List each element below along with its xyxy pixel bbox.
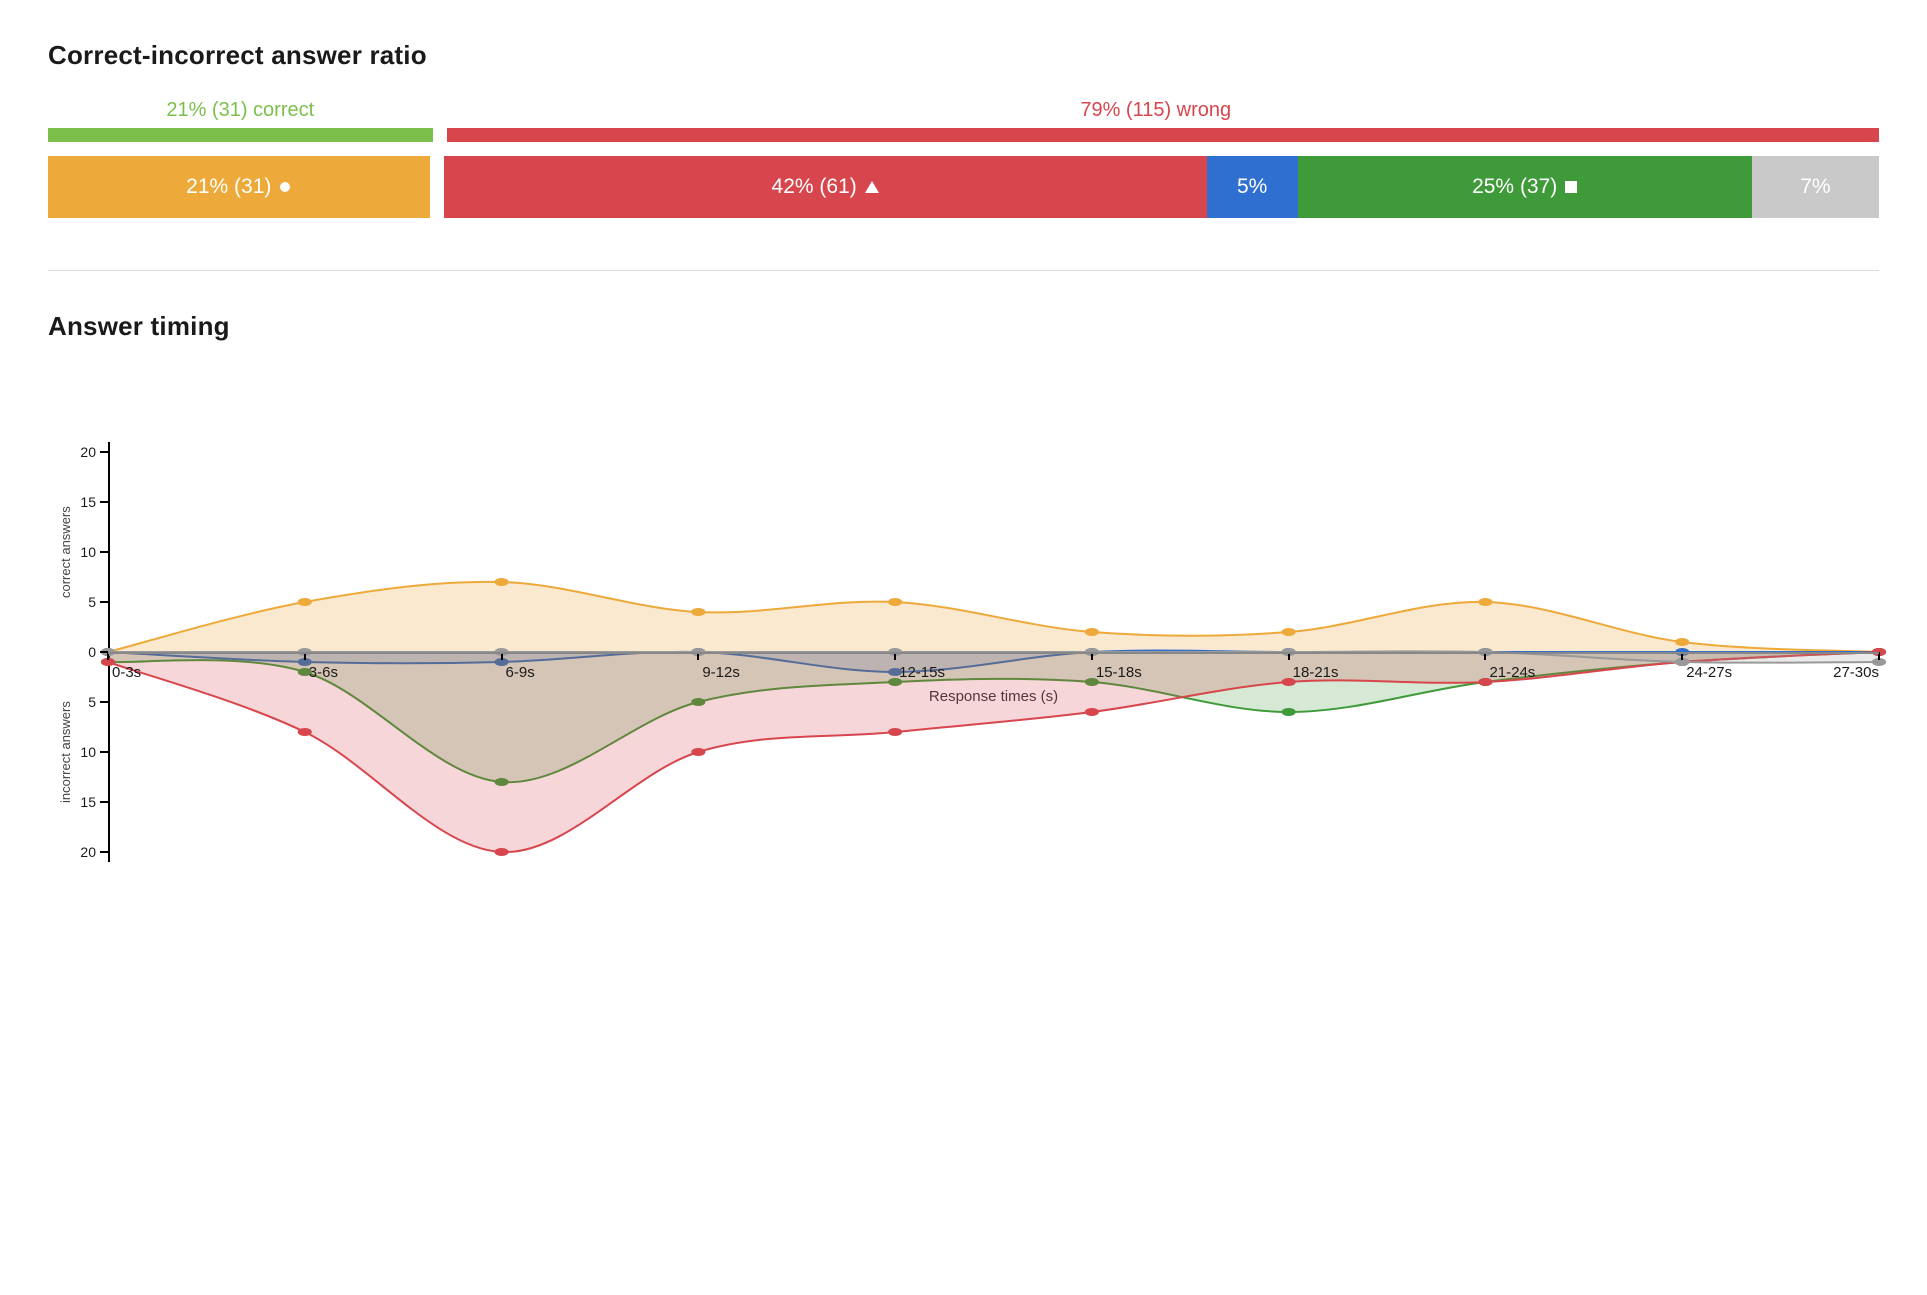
ratio-thin-bar [48, 128, 1879, 142]
x-tick-label: 12-15s [899, 664, 945, 681]
ratio-seg-orange-label: 21% (31) [186, 175, 271, 199]
series-point-green [1282, 708, 1296, 716]
x-tick-label: 18-21s [1293, 664, 1339, 681]
ratio-seg-red-label: 42% (61) [772, 175, 857, 199]
ratio-title: Correct-incorrect answer ratio [48, 40, 1879, 71]
x-tick-label: 9-12s [702, 664, 740, 681]
series-point-red [298, 728, 312, 736]
ratio-thin-correct [48, 128, 433, 142]
y-tick-label: 15 [80, 794, 96, 810]
ratio-thin-wrong [447, 128, 1880, 142]
circle-icon [279, 175, 291, 199]
y-tick-mark [100, 851, 108, 853]
y-tick-mark [100, 551, 108, 553]
series-point-red [1085, 708, 1099, 716]
y-tick-mark [100, 501, 108, 503]
zero-line [108, 652, 1879, 654]
square-icon [1565, 175, 1577, 199]
ratio-wrong-label: 79% (115) wrong [433, 99, 1879, 122]
x-tick-label: 21-24s [1489, 664, 1535, 681]
y-tick-mark [100, 801, 108, 803]
ratio-seg-red: 42% (61) [444, 156, 1207, 218]
series-point-orange [1675, 638, 1689, 646]
ratio-seg-blue: 5% [1207, 156, 1298, 218]
section-divider [48, 270, 1879, 271]
ratio-label-row: 21% (31) correct 79% (115) wrong [48, 99, 1879, 122]
series-point-orange [888, 598, 902, 606]
timing-chart: correct answers incorrect answers Respon… [48, 452, 1879, 852]
y-label-bottom: incorrect answers [58, 682, 73, 822]
x-tick-label: 15-18s [1096, 664, 1142, 681]
ratio-seg-orange: 21% (31) [48, 156, 430, 218]
series-point-red [691, 748, 705, 756]
series-point-red [494, 848, 508, 856]
y-label-top: correct answers [58, 482, 73, 622]
ratio-correct-label: 21% (31) correct [48, 99, 433, 122]
series-point-orange [691, 608, 705, 616]
y-tick-label: 10 [80, 544, 96, 560]
ratio-thick-bar: 21% (31) 42% (61) 5% 25% (37) 7% [48, 156, 1879, 218]
y-tick-label: 5 [88, 594, 96, 610]
y-tick-mark [100, 751, 108, 753]
ratio-seg-blue-label: 5% [1237, 175, 1267, 199]
series-area-red [108, 652, 1879, 852]
x-tick-label: 24-27s [1686, 664, 1732, 681]
ratio-seg-green-label: 25% (37) [1472, 175, 1557, 199]
x-tick-label: 6-9s [506, 664, 535, 681]
y-tick-mark [100, 451, 108, 453]
ratio-seg-green: 25% (37) [1298, 156, 1752, 218]
x-tick-label: 3-6s [309, 664, 338, 681]
ratio-seg-gray: 7% [1752, 156, 1879, 218]
y-tick-label: 0 [88, 644, 96, 660]
y-tick-label: 20 [80, 844, 96, 860]
y-tick-label: 5 [88, 694, 96, 710]
x-tick-label: 27-30s [1833, 664, 1879, 681]
y-tick-label: 20 [80, 444, 96, 460]
triangle-icon [865, 175, 879, 199]
ratio-seg-gray-label: 7% [1800, 175, 1830, 199]
y-tick-label: 10 [80, 744, 96, 760]
y-tick-mark [100, 601, 108, 603]
y-tick-mark [100, 701, 108, 703]
x-tick-label: 0-3s [112, 664, 141, 681]
timing-title: Answer timing [48, 311, 1879, 342]
series-point-orange [1085, 628, 1099, 636]
series-point-orange [494, 578, 508, 586]
series-point-orange [1282, 628, 1296, 636]
series-point-orange [1478, 598, 1492, 606]
series-point-orange [298, 598, 312, 606]
series-point-red [888, 728, 902, 736]
y-tick-label: 15 [80, 494, 96, 510]
